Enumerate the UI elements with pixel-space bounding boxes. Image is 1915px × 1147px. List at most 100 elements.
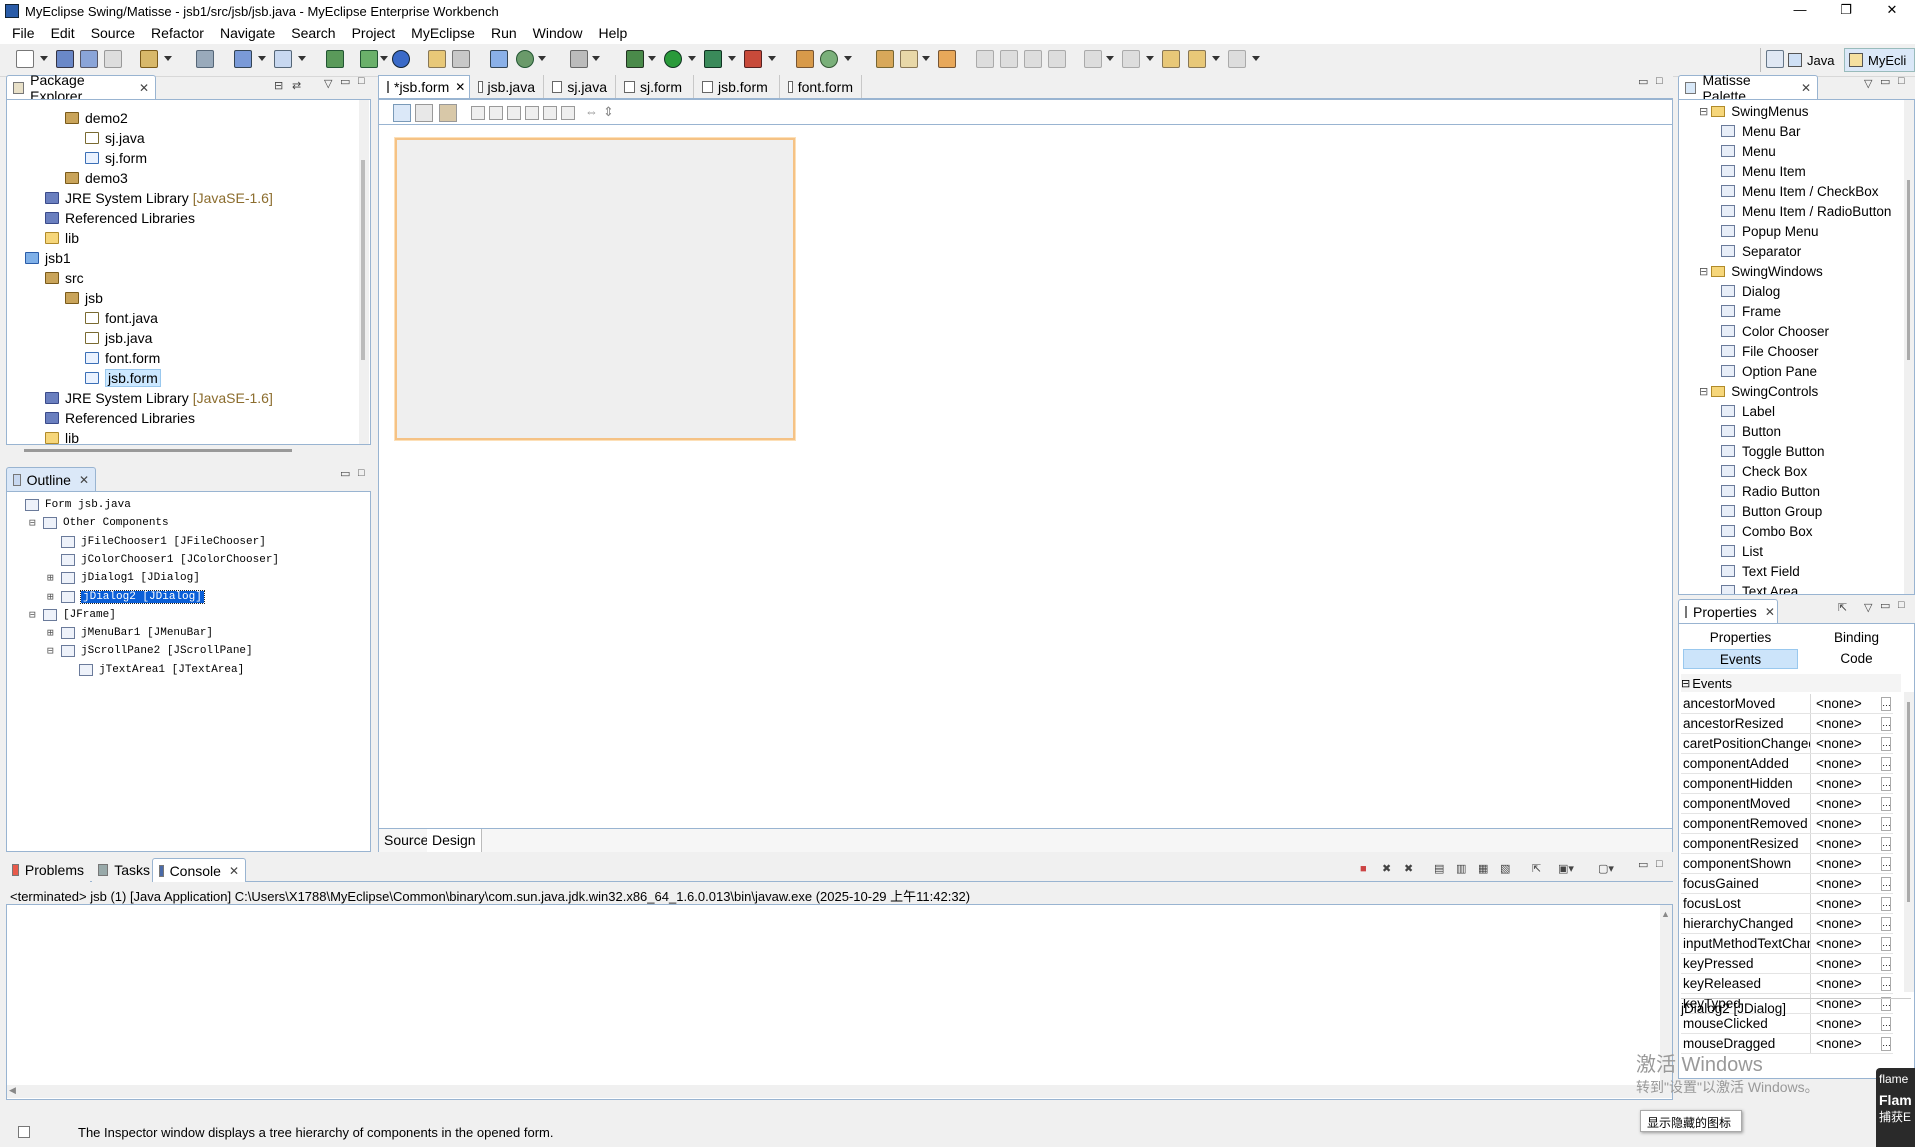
horizontal-scrollbar[interactable]: [24, 449, 292, 452]
palette-category[interactable]: ⊟ SwingWindows: [1699, 261, 1823, 281]
subtab-code[interactable]: Code: [1799, 649, 1914, 669]
run-icon[interactable]: [664, 50, 682, 68]
palette-item[interactable]: Dialog: [1721, 281, 1780, 301]
package-tree-item[interactable]: src: [45, 268, 84, 288]
close-icon[interactable]: ✕: [455, 80, 465, 94]
collapse-icon[interactable]: ⊟: [29, 608, 43, 622]
align-top-icon[interactable]: [525, 106, 539, 120]
package-tree-item[interactable]: jsb1: [25, 248, 71, 268]
event-handler-value[interactable]: <none>: [1811, 856, 1881, 871]
ellipsis-button[interactable]: …: [1881, 836, 1891, 851]
expand-icon[interactable]: ⊞: [47, 571, 61, 585]
coverage-icon[interactable]: [704, 50, 722, 68]
console-output[interactable]: ▲ ◀: [6, 905, 1673, 1100]
menu-project[interactable]: Project: [344, 23, 404, 43]
palette-item[interactable]: Button: [1721, 421, 1781, 441]
event-row[interactable]: inputMethodTextChan <none>…: [1681, 934, 1893, 954]
menu-source[interactable]: Source: [83, 23, 143, 43]
maximize-view-icon[interactable]: □: [1898, 599, 1905, 611]
close-icon[interactable]: ✕: [139, 81, 149, 95]
block-selection-icon[interactable]: [1024, 50, 1042, 68]
package-tree-item[interactable]: Referenced Libraries: [45, 408, 195, 428]
palette-item[interactable]: Popup Menu: [1721, 221, 1819, 241]
ellipsis-button[interactable]: …: [1881, 956, 1891, 971]
refresh-green-icon[interactable]: [820, 50, 838, 68]
show-whitespace-icon[interactable]: [1048, 50, 1066, 68]
maximize-view-icon[interactable]: □: [1656, 858, 1663, 870]
collapse-icon[interactable]: ⊟: [1699, 105, 1708, 118]
view-menu-icon[interactable]: ▽: [1864, 601, 1872, 614]
event-handler-value[interactable]: <none>: [1811, 916, 1881, 931]
subtab-events[interactable]: Events: [1683, 649, 1798, 669]
palette-item[interactable]: File Chooser: [1721, 341, 1819, 361]
ellipsis-button[interactable]: …: [1881, 816, 1891, 831]
palette-item[interactable]: Text Field: [1721, 561, 1800, 581]
annotation-dropdown-icon[interactable]: [922, 56, 930, 61]
palette-item[interactable]: List: [1721, 541, 1763, 561]
open-folder-icon[interactable]: [428, 50, 446, 68]
maximize-view-icon[interactable]: □: [1898, 75, 1905, 87]
new-class-dropdown-icon[interactable]: [380, 56, 388, 61]
ellipsis-button[interactable]: …: [1881, 736, 1891, 751]
new-dropdown-icon[interactable]: [40, 56, 48, 61]
palette-item[interactable]: Separator: [1721, 241, 1801, 261]
palette-item[interactable]: Option Pane: [1721, 361, 1817, 381]
palette-item[interactable]: Menu Item: [1721, 161, 1806, 181]
ellipsis-button[interactable]: …: [1881, 916, 1891, 931]
remove-all-launches-icon[interactable]: ✖: [1404, 862, 1413, 875]
palette-item[interactable]: Button Group: [1721, 501, 1822, 521]
jframe-form-canvas[interactable]: [395, 138, 795, 440]
new-class-icon[interactable]: [360, 50, 378, 68]
run-server-dropdown-icon[interactable]: [298, 56, 306, 61]
menu-navigate[interactable]: Navigate: [212, 23, 283, 43]
event-handler-value[interactable]: <none>: [1811, 836, 1881, 851]
outline-item[interactable]: jFileChooser1 [JFileChooser]: [47, 533, 266, 551]
outline-item[interactable]: ⊞ jDialog2 [JDialog]: [47, 588, 205, 606]
outline-item[interactable]: ⊟ Other Components: [29, 514, 169, 532]
display-console-icon[interactable]: ▣▾: [1558, 862, 1574, 875]
debug-dropdown-icon[interactable]: [648, 56, 656, 61]
palette-item[interactable]: Menu Bar: [1721, 121, 1801, 141]
package-tree-item[interactable]: sj.java: [85, 128, 145, 148]
ellipsis-button[interactable]: …: [1881, 896, 1891, 911]
pin-icon[interactable]: ⇱: [1838, 601, 1847, 614]
minimize-view-icon[interactable]: ▭: [1880, 75, 1890, 88]
event-row[interactable]: componentAdded <none>…: [1681, 754, 1893, 774]
preview-design-icon[interactable]: [439, 104, 457, 122]
close-button[interactable]: ✕: [1869, 0, 1915, 22]
minimize-button[interactable]: —: [1777, 0, 1823, 22]
package-tree-item[interactable]: jsb.form: [85, 368, 161, 388]
event-row[interactable]: focusLost <none>…: [1681, 894, 1893, 914]
tab-console[interactable]: Console ✕: [152, 858, 246, 882]
terminate-icon[interactable]: ■: [1360, 863, 1367, 875]
outline-item[interactable]: ⊟ jScrollPane2 [JScrollPane]: [47, 642, 253, 660]
center-vertically-icon[interactable]: [561, 106, 575, 120]
show-on-error-icon[interactable]: ▧: [1500, 862, 1510, 875]
menu-search[interactable]: Search: [283, 23, 343, 43]
package-tree-item[interactable]: font.form: [85, 348, 160, 368]
connection-mode-icon[interactable]: [415, 104, 433, 122]
subtab-properties[interactable]: Properties: [1683, 628, 1798, 648]
run-dropdown-icon[interactable]: [688, 56, 696, 61]
tab-tasks[interactable]: Tasks: [92, 858, 156, 882]
outline-item[interactable]: jTextArea1 [JTextArea]: [65, 661, 244, 679]
selection-mode-icon[interactable]: [393, 104, 411, 122]
annotation-icon[interactable]: [900, 50, 918, 68]
globe-dropdown-icon[interactable]: [538, 56, 546, 61]
ellipsis-button[interactable]: …: [1881, 716, 1891, 731]
deploy-dropdown-icon[interactable]: [258, 56, 266, 61]
event-row[interactable]: keyPressed <none>…: [1681, 954, 1893, 974]
minimize-view-icon[interactable]: ▭: [340, 75, 350, 88]
clear-console-icon[interactable]: ▤: [1434, 862, 1444, 875]
refresh-icon[interactable]: [452, 50, 470, 68]
tab-outline[interactable]: Outline ✕: [6, 467, 96, 491]
palette-item[interactable]: Menu Item / CheckBox: [1721, 181, 1879, 201]
package-tree-item[interactable]: jsb: [65, 288, 103, 308]
event-handler-value[interactable]: <none>: [1811, 776, 1881, 791]
package-explorer-scrollbar[interactable]: [359, 100, 369, 444]
pin-console-icon[interactable]: ⇱: [1532, 862, 1541, 875]
package-tree-item[interactable]: font.java: [85, 308, 158, 328]
open-perspective-icon[interactable]: [1766, 50, 1784, 68]
minimize-view-icon[interactable]: ▭: [1638, 858, 1648, 871]
event-handler-value[interactable]: <none>: [1811, 976, 1881, 991]
